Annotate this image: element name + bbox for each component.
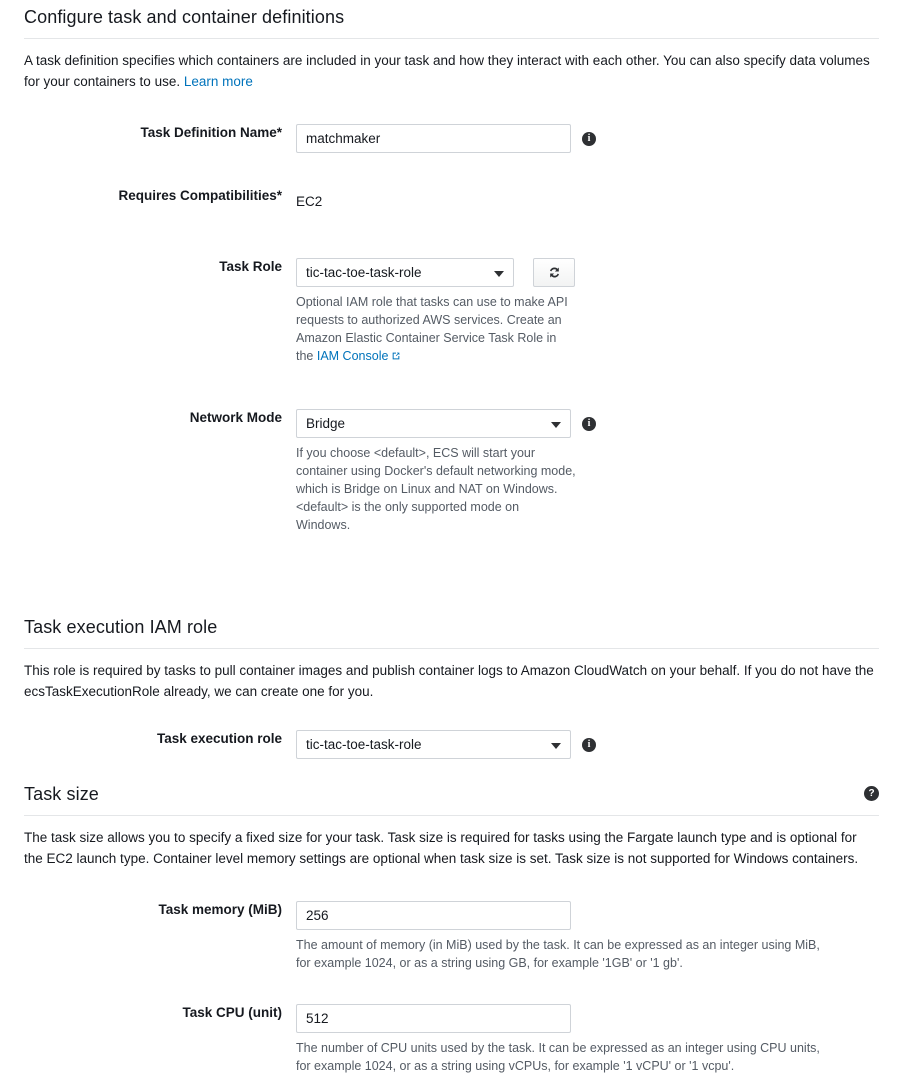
section-divider [24, 815, 879, 816]
task-role-selected-value: tic-tac-toe-task-role [306, 265, 422, 280]
task-cpu-label: Task CPU (unit) [182, 1005, 282, 1020]
task-execution-role-selected-value: tic-tac-toe-task-role [306, 737, 422, 752]
task-execution-role-label: Task execution role [156, 731, 282, 746]
network-mode-field: Bridge i If you choose <default>, ECS wi… [296, 409, 879, 534]
task-memory-input[interactable] [296, 901, 571, 930]
task-cpu-input[interactable] [296, 1004, 571, 1033]
task-definition-name-input[interactable] [296, 124, 571, 153]
iam-console-link-label: IAM Console [316, 349, 389, 363]
configure-section-description: A task definition specifies which contai… [24, 50, 879, 92]
refresh-icon [549, 267, 559, 278]
task-memory-row: Task memory (MiB) The amount of memory (… [24, 901, 879, 972]
iam-console-link[interactable]: IAM Console [317, 349, 402, 363]
network-mode-hint: If you choose <default>, ECS will start … [296, 446, 576, 532]
network-mode-row: Network Mode Bridge i If you choose <def… [24, 409, 879, 534]
requires-compatibilities-value: EC2 [296, 194, 323, 209]
task-definition-name-row: Task Definition Name* i [24, 124, 879, 153]
network-mode-label: Network Mode [189, 410, 282, 425]
task-role-field: tic-tac-toe-task-role Optional IAM role … [296, 258, 879, 365]
section-divider [24, 648, 879, 649]
chevron-down-icon [551, 421, 561, 428]
requires-compatibilities-label: Requires Compatibilities* [118, 188, 282, 203]
task-execution-role-field: tic-tac-toe-task-role i [296, 730, 879, 759]
help-icon[interactable]: ? [864, 786, 879, 801]
task-execution-role-description: This role is required by tasks to pull c… [24, 663, 874, 699]
task-cpu-row: Task CPU (unit) The number of CPU units … [24, 1004, 879, 1075]
network-mode-select[interactable]: Bridge [296, 409, 571, 438]
task-size-heading: Task size [24, 784, 99, 804]
task-execution-role-row: Task execution role tic-tac-toe-task-rol… [24, 730, 879, 759]
task-role-select[interactable]: tic-tac-toe-task-role [296, 258, 514, 287]
task-execution-role-heading: Task execution IAM role [24, 617, 218, 637]
page-title: Configure task and container definitions [24, 7, 345, 27]
chevron-down-icon [551, 742, 561, 749]
task-role-row: Task Role tic-tac-toe-task-role Optional… [24, 258, 879, 365]
task-memory-label: Task memory (MiB) [158, 902, 282, 917]
configure-description-text: A task definition specifies which contai… [24, 53, 870, 89]
info-icon[interactable]: i [582, 416, 596, 431]
task-role-label: Task Role [219, 259, 282, 274]
task-execution-role-section-header: Task execution IAM role [24, 610, 879, 649]
configure-section-header: Configure task and container definitions [24, 0, 879, 39]
task-definition-name-label: Task Definition Name* [140, 125, 282, 140]
task-memory-hint: The amount of memory (in MiB) used by th… [296, 938, 820, 970]
network-mode-selected-value: Bridge [306, 416, 346, 431]
task-definition-name-field: i [296, 124, 879, 153]
task-definition-form: Configure task and container definitions… [0, 0, 903, 1075]
learn-more-link[interactable]: Learn more [184, 74, 253, 89]
chevron-down-icon [494, 270, 504, 277]
requires-compatibilities-field: EC2 [296, 187, 879, 216]
task-memory-field: The amount of memory (in MiB) used by th… [296, 901, 879, 972]
refresh-task-roles-button[interactable] [533, 258, 575, 287]
info-icon[interactable]: i [582, 737, 596, 752]
task-execution-role-select[interactable]: tic-tac-toe-task-role [296, 730, 571, 759]
task-cpu-hint: The number of CPU units used by the task… [296, 1041, 820, 1073]
task-cpu-field: The number of CPU units used by the task… [296, 1004, 879, 1075]
info-icon[interactable]: i [582, 131, 596, 146]
task-size-description: The task size allows you to specify a fi… [24, 830, 859, 866]
task-size-section-header: Task size ? [24, 777, 879, 816]
section-divider [24, 38, 879, 39]
external-link-icon [393, 352, 400, 360]
task-role-hint: Optional IAM role that tasks can use to … [296, 293, 576, 365]
requires-compatibilities-row: Requires Compatibilities* EC2 [24, 187, 879, 216]
